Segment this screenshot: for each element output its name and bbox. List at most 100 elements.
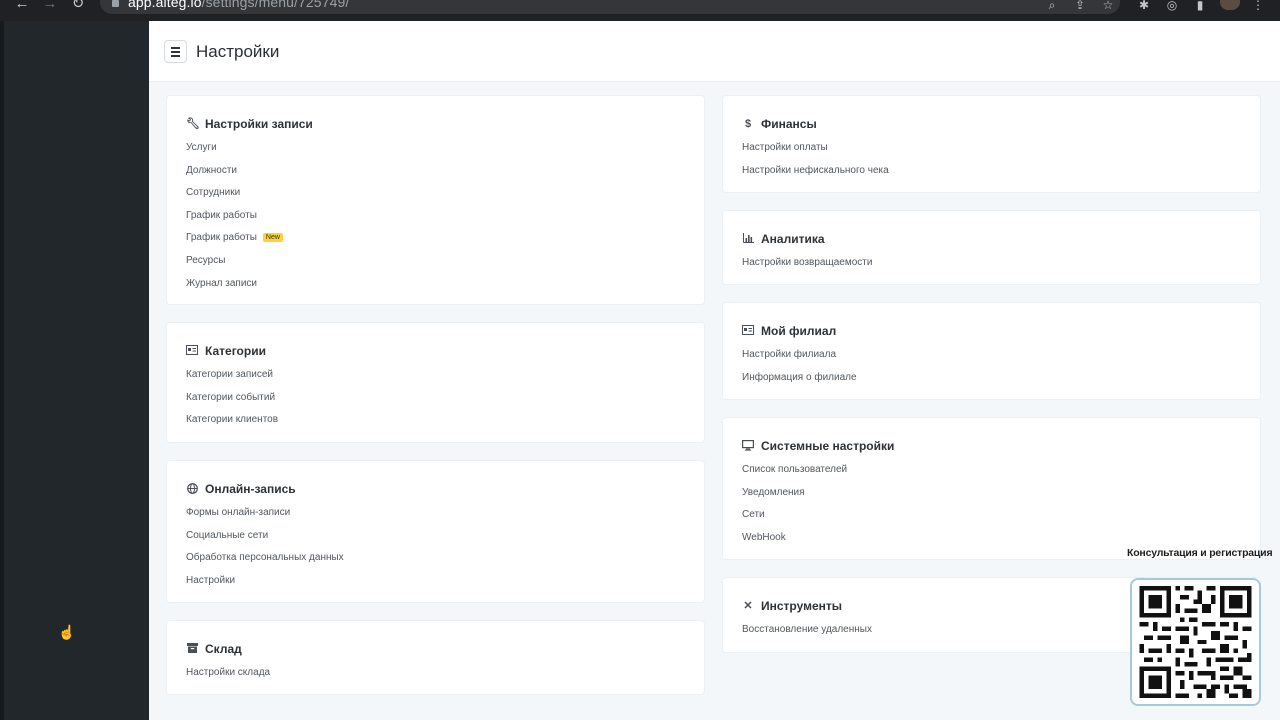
new-badge: New: [262, 233, 283, 243]
link-resources[interactable]: Ресурсы: [186, 254, 283, 277]
card-title: Категории: [205, 344, 266, 358]
card-header: 🔧︎ Настройки записи: [186, 116, 313, 132]
link-services[interactable]: Услуги: [186, 141, 283, 164]
archive-box-icon: [186, 643, 198, 655]
hamburger-line: [171, 51, 180, 53]
url-text: app.alteg.io/settings/menu/725749/: [128, 0, 349, 10]
card-header: ✕ Инструменты: [742, 598, 842, 614]
card-header: Онлайн-запись: [186, 481, 296, 497]
share-icon[interactable]: ⇪: [1072, 0, 1088, 12]
link-warehouse-settings[interactable]: Настройки склада: [186, 666, 270, 689]
link-label: График работы: [186, 232, 257, 244]
card-header: $ Финансы: [742, 116, 817, 132]
url-host: app.alteg.io: [128, 0, 202, 10]
link-receipt-settings[interactable]: Настройки нефискального чека: [742, 164, 889, 187]
hamburger-line: [171, 47, 180, 49]
card-title: Системные настройки: [761, 439, 895, 453]
id-card-icon: [186, 345, 198, 357]
back-arrow-icon[interactable]: ←: [12, 0, 32, 16]
main-content: Настройки 🔧︎ Настройки записи Услуги Дол…: [149, 21, 1280, 720]
page-header: Настройки: [149, 21, 1280, 82]
link-positions[interactable]: Должности: [186, 164, 283, 187]
link-networks[interactable]: Сети: [742, 508, 847, 531]
link-work-schedule[interactable]: График работы: [186, 209, 283, 232]
link-notifications[interactable]: Уведомления: [742, 486, 847, 509]
globe-icon: [186, 483, 198, 495]
profile-avatar[interactable]: [1220, 0, 1240, 10]
id-card-svg: [742, 325, 754, 335]
left-sidebar: [0, 21, 149, 720]
hand-cursor-icon: ☝: [58, 624, 76, 640]
monitor-svg: [742, 440, 755, 451]
forward-arrow-icon[interactable]: →: [40, 0, 60, 16]
link-retention-settings[interactable]: Настройки возвращаемости: [742, 256, 872, 279]
card-booking-settings: 🔧︎ Настройки записи Услуги Должности Сот…: [166, 95, 705, 305]
tools-icon: ✕: [743, 600, 753, 612]
link-webhook[interactable]: WebHook: [742, 531, 847, 554]
browser-toolbar: ← → ↻ app.alteg.io/settings/menu/725749/…: [0, 0, 1280, 21]
card-header: Мой филиал: [742, 323, 836, 339]
globe-svg: [186, 483, 198, 494]
qr-code[interactable]: [1130, 578, 1261, 706]
link-user-list[interactable]: Список пользователей: [742, 463, 847, 486]
url-path: /settings/menu/725749/: [201, 0, 350, 10]
archive-svg: [186, 643, 198, 653]
hamburger-menu-button[interactable]: [164, 40, 187, 63]
page-title: Настройки: [196, 42, 280, 61]
qr-code-svg: [1139, 586, 1252, 698]
id-card-svg: [186, 345, 198, 355]
card-links: Настройки оплаты Настройки нефискального…: [742, 141, 889, 186]
card-finance: $ Финансы Настройки оплаты Настройки неф…: [722, 95, 1261, 193]
kebab-menu-icon[interactable]: ⋮: [1250, 0, 1266, 12]
link-online-settings[interactable]: Настройки: [186, 574, 344, 597]
card-header: Склад: [186, 641, 242, 657]
card-links: Услуги Должности Сотрудники График работ…: [186, 141, 283, 299]
sidepanel-icon[interactable]: ▮: [1192, 0, 1208, 12]
card-title: Инструменты: [761, 599, 843, 613]
card-header: Системные настройки: [742, 438, 894, 454]
link-booking-categories[interactable]: Категории записей: [186, 368, 278, 391]
link-branch-settings[interactable]: Настройки филиала: [742, 348, 857, 371]
card-links: Восстановление удаленных: [742, 623, 872, 646]
hamburger-line: [171, 55, 180, 57]
card-title: Мой филиал: [761, 324, 837, 338]
card-title: Аналитика: [761, 232, 825, 246]
card-title: Финансы: [761, 117, 817, 131]
link-social-networks[interactable]: Социальные сети: [186, 529, 344, 552]
link-booking-journal[interactable]: Журнал записи: [186, 277, 283, 300]
bar-chart-icon: [742, 233, 754, 245]
card-links: Список пользователей Уведомления Сети We…: [742, 463, 847, 553]
card-analytics: Аналитика Настройки возвращаемости: [722, 210, 1261, 285]
card-links: Настройки филиала Информация о филиале: [742, 348, 857, 393]
reload-icon[interactable]: ↻: [68, 0, 88, 16]
card-links: Настройки склада: [186, 666, 270, 689]
card-title: Настройки записи: [205, 117, 313, 131]
sidebar-edge: [0, 21, 4, 720]
extension-round-icon[interactable]: ◎: [1164, 0, 1180, 12]
address-bar[interactable]: app.alteg.io/settings/menu/725749/: [100, 0, 1120, 14]
link-employees[interactable]: Сотрудники: [186, 186, 283, 209]
link-restore-deleted[interactable]: Восстановление удаленных: [742, 623, 872, 646]
monitor-icon: [742, 440, 755, 452]
card-title: Склад: [205, 642, 242, 656]
link-payment-settings[interactable]: Настройки оплаты: [742, 141, 889, 164]
card-categories: Категории Категории записей Категории со…: [166, 322, 705, 443]
star-icon[interactable]: ☆: [1100, 0, 1116, 12]
link-work-schedule-new[interactable]: График работы New: [186, 231, 283, 254]
dollar-icon: $: [744, 118, 752, 130]
card-header: Аналитика: [742, 231, 825, 247]
link-online-forms[interactable]: Формы онлайн-записи: [186, 506, 344, 529]
bar-chart-svg: [742, 233, 754, 243]
wrench-icon: 🔧︎: [186, 118, 200, 130]
link-personal-data[interactable]: Обработка персональных данных: [186, 551, 344, 574]
promo-consultation-label: Консультация и регистрация: [1127, 547, 1273, 559]
link-client-categories[interactable]: Категории клиентов: [186, 413, 278, 436]
link-branch-info[interactable]: Информация о филиале: [742, 371, 857, 394]
lock-icon: [112, 0, 119, 7]
card-warehouse: Склад Настройки склада: [166, 620, 705, 695]
card-title: Онлайн-запись: [205, 482, 296, 496]
card-system-settings: Системные настройки Список пользователей…: [722, 417, 1261, 560]
zoom-icon[interactable]: ⌕: [1044, 0, 1060, 12]
link-event-categories[interactable]: Категории событий: [186, 391, 278, 414]
extensions-icon[interactable]: ✱: [1136, 0, 1152, 12]
